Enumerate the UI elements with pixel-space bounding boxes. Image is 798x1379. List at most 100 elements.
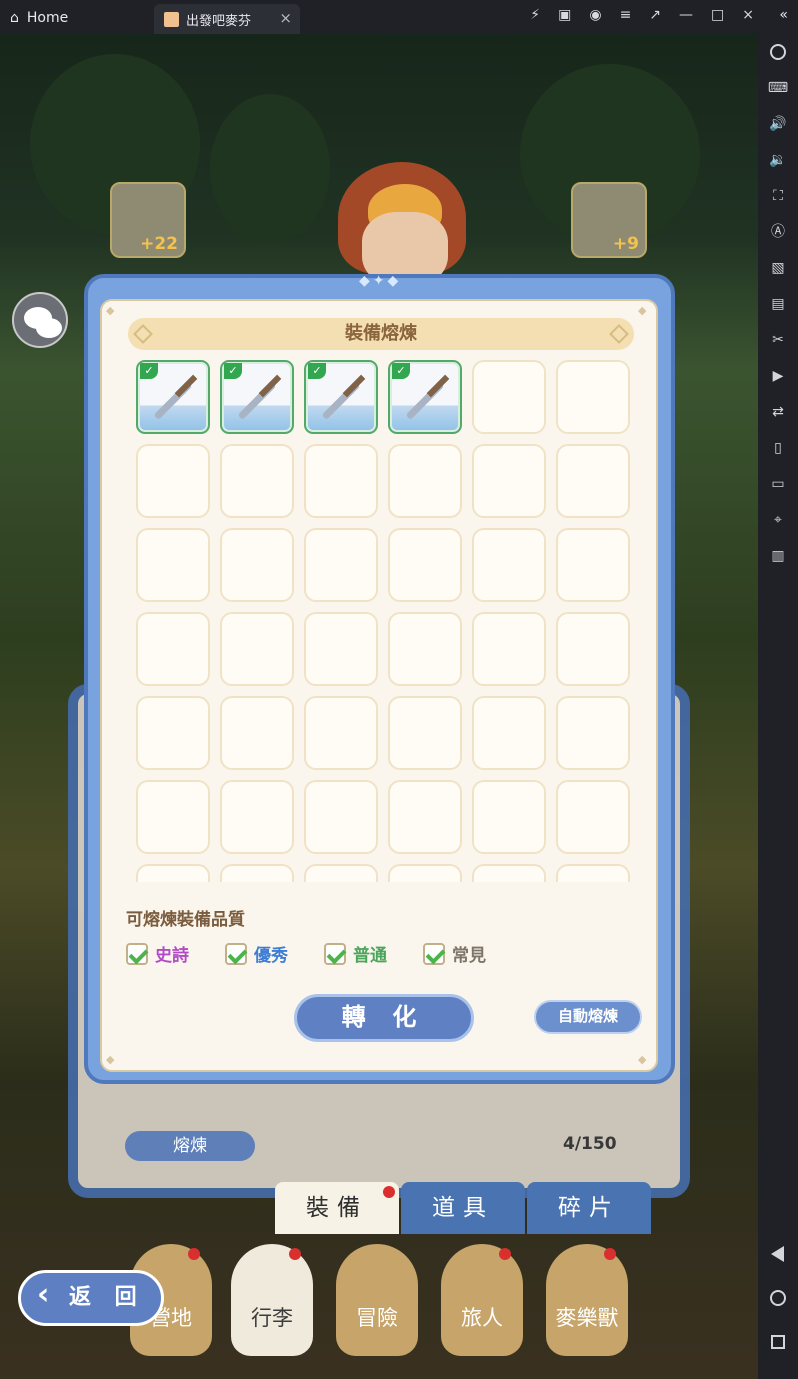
nav-pets[interactable]: 麥樂獸 [546,1244,628,1356]
gamepad-icon[interactable]: ▣ [558,7,571,23]
empty-smelting-slot[interactable] [136,864,210,882]
rotate-icon[interactable]: ▥ [767,545,789,567]
home-nav-icon[interactable] [767,1287,789,1309]
nav-luggage[interactable]: 行李 [231,1244,313,1356]
maximize-icon[interactable]: □ [711,7,724,23]
nav-adventure-label: 冒險 [356,1306,398,1330]
close-window-icon[interactable]: × [742,7,754,23]
menu-icon[interactable]: ≡ [620,7,632,23]
tab-equipment[interactable]: 裝備 [275,1182,399,1234]
empty-smelting-slot[interactable] [136,528,210,602]
quality-common-checkbox[interactable]: 常見 [423,941,486,966]
empty-smelting-slot[interactable] [304,696,378,770]
game-tab[interactable]: 出發吧麥芬 × [154,4,300,34]
empty-smelting-slot[interactable] [556,864,630,882]
weapon-slot[interactable]: +22 [110,182,186,258]
empty-smelting-slot[interactable] [136,612,210,686]
chat-button[interactable] [12,292,68,348]
empty-smelting-slot[interactable] [220,444,294,518]
empty-smelting-slot[interactable] [472,360,546,434]
empty-smelting-slot[interactable] [388,864,462,882]
account-icon[interactable]: ◉ [589,7,601,23]
macro-icon[interactable]: Ⓐ [767,221,789,243]
record-icon[interactable]: ▶ [767,365,789,387]
corner-ornament-icon: ◆ [106,304,115,317]
folder-icon[interactable]: ▭ [767,473,789,495]
external-window-icon[interactable]: ↗ [649,7,661,23]
smelting-item-slot[interactable]: ✓ [388,360,462,434]
close-tab-icon[interactable]: × [279,9,292,27]
smelting-item-slot[interactable]: ✓ [304,360,378,434]
empty-smelting-slot[interactable] [388,528,462,602]
keyboard-icon[interactable]: ⌨ [767,77,789,99]
empty-smelting-slot[interactable] [472,864,546,882]
smelting-grid-scroll[interactable]: ✓ ✓ ✓ ✓ [136,360,636,882]
empty-smelting-slot[interactable] [388,612,462,686]
helmet-slot[interactable]: +9 [571,182,647,258]
convert-button[interactable]: 轉 化 [294,994,474,1042]
back-nav-icon[interactable] [767,1243,789,1265]
empty-smelting-slot[interactable] [472,780,546,854]
empty-smelting-slot[interactable] [472,528,546,602]
empty-smelting-slot[interactable] [304,612,378,686]
empty-smelting-slot[interactable] [556,528,630,602]
corner-ornament-icon: ◆ [638,304,647,317]
smelting-item-slot[interactable]: ✓ [220,360,294,434]
empty-smelting-slot[interactable] [556,612,630,686]
empty-smelting-slot[interactable] [304,864,378,882]
nav-travelers[interactable]: 旅人 [441,1244,523,1356]
recent-apps-icon[interactable] [767,1331,789,1353]
modal-content-panel: ◆ ◆ ◆ ◆ 裝備熔煉 ✓ ✓ ✓ ✓ 可熔煉裝備品質 史詩 優秀 普通 常見… [100,299,658,1072]
tab-items[interactable]: 道具 [401,1182,525,1234]
empty-smelting-slot[interactable] [388,780,462,854]
helmet-enhance-level: +9 [612,234,639,254]
home-tab-label: Home [26,10,69,26]
empty-smelting-slot[interactable] [136,444,210,518]
nav-adventure[interactable]: 冒險 [336,1244,418,1356]
auto-smelt-button[interactable]: 自動熔煉 [534,1000,642,1034]
empty-smelting-slot[interactable] [220,528,294,602]
home-tab[interactable]: ⌂ Home [10,5,68,31]
checked-icon [225,942,247,965]
empty-smelting-slot[interactable] [136,780,210,854]
selected-check-icon: ✓ [224,363,242,379]
empty-smelting-slot[interactable] [220,696,294,770]
shake-icon[interactable]: ▯ [767,437,789,459]
boost-icon[interactable]: ⚡ [530,7,540,23]
tab-fragments[interactable]: 碎片 [527,1182,651,1234]
empty-smelting-slot[interactable] [472,444,546,518]
return-button[interactable]: ‹ 返 回 [18,1270,164,1326]
empty-smelting-slot[interactable] [556,696,630,770]
minimize-icon[interactable]: — [679,7,693,23]
smelting-item-slot[interactable]: ✓ [136,360,210,434]
quality-normal-checkbox[interactable]: 普通 [324,941,387,966]
scissors-icon[interactable]: ✂ [767,329,789,351]
empty-smelting-slot[interactable] [388,444,462,518]
empty-smelting-slot[interactable] [388,696,462,770]
settings-hex-icon[interactable] [767,41,789,63]
volume-down-icon[interactable]: 🔉 [767,149,789,171]
empty-smelting-slot[interactable] [136,696,210,770]
empty-smelting-slot[interactable] [556,360,630,434]
screenshot-icon[interactable]: ⛶ [767,185,789,207]
empty-smelting-slot[interactable] [304,780,378,854]
empty-smelting-slot[interactable] [556,780,630,854]
quality-excellent-checkbox[interactable]: 優秀 [225,941,288,966]
quality-epic-checkbox[interactable]: 史詩 [126,941,189,966]
empty-smelting-slot[interactable] [220,780,294,854]
empty-smelting-slot[interactable] [556,444,630,518]
empty-smelting-slot[interactable] [472,696,546,770]
empty-smelting-slot[interactable] [220,612,294,686]
empty-smelting-slot[interactable] [304,528,378,602]
location-icon[interactable]: ⌖ [767,509,789,531]
collapse-sidebar-icon[interactable]: « [779,7,788,23]
selected-check-icon: ✓ [140,363,158,379]
multi-instance-icon[interactable]: ▧ [767,257,789,279]
empty-smelting-slot[interactable] [304,444,378,518]
empty-smelting-slot[interactable] [472,612,546,686]
empty-smelting-slot[interactable] [220,864,294,882]
sync-icon[interactable]: ⇄ [767,401,789,423]
apk-icon[interactable]: ▤ [767,293,789,315]
volume-up-icon[interactable]: 🔊 [767,113,789,135]
smelt-tab-button[interactable]: 熔煉 [125,1131,255,1161]
